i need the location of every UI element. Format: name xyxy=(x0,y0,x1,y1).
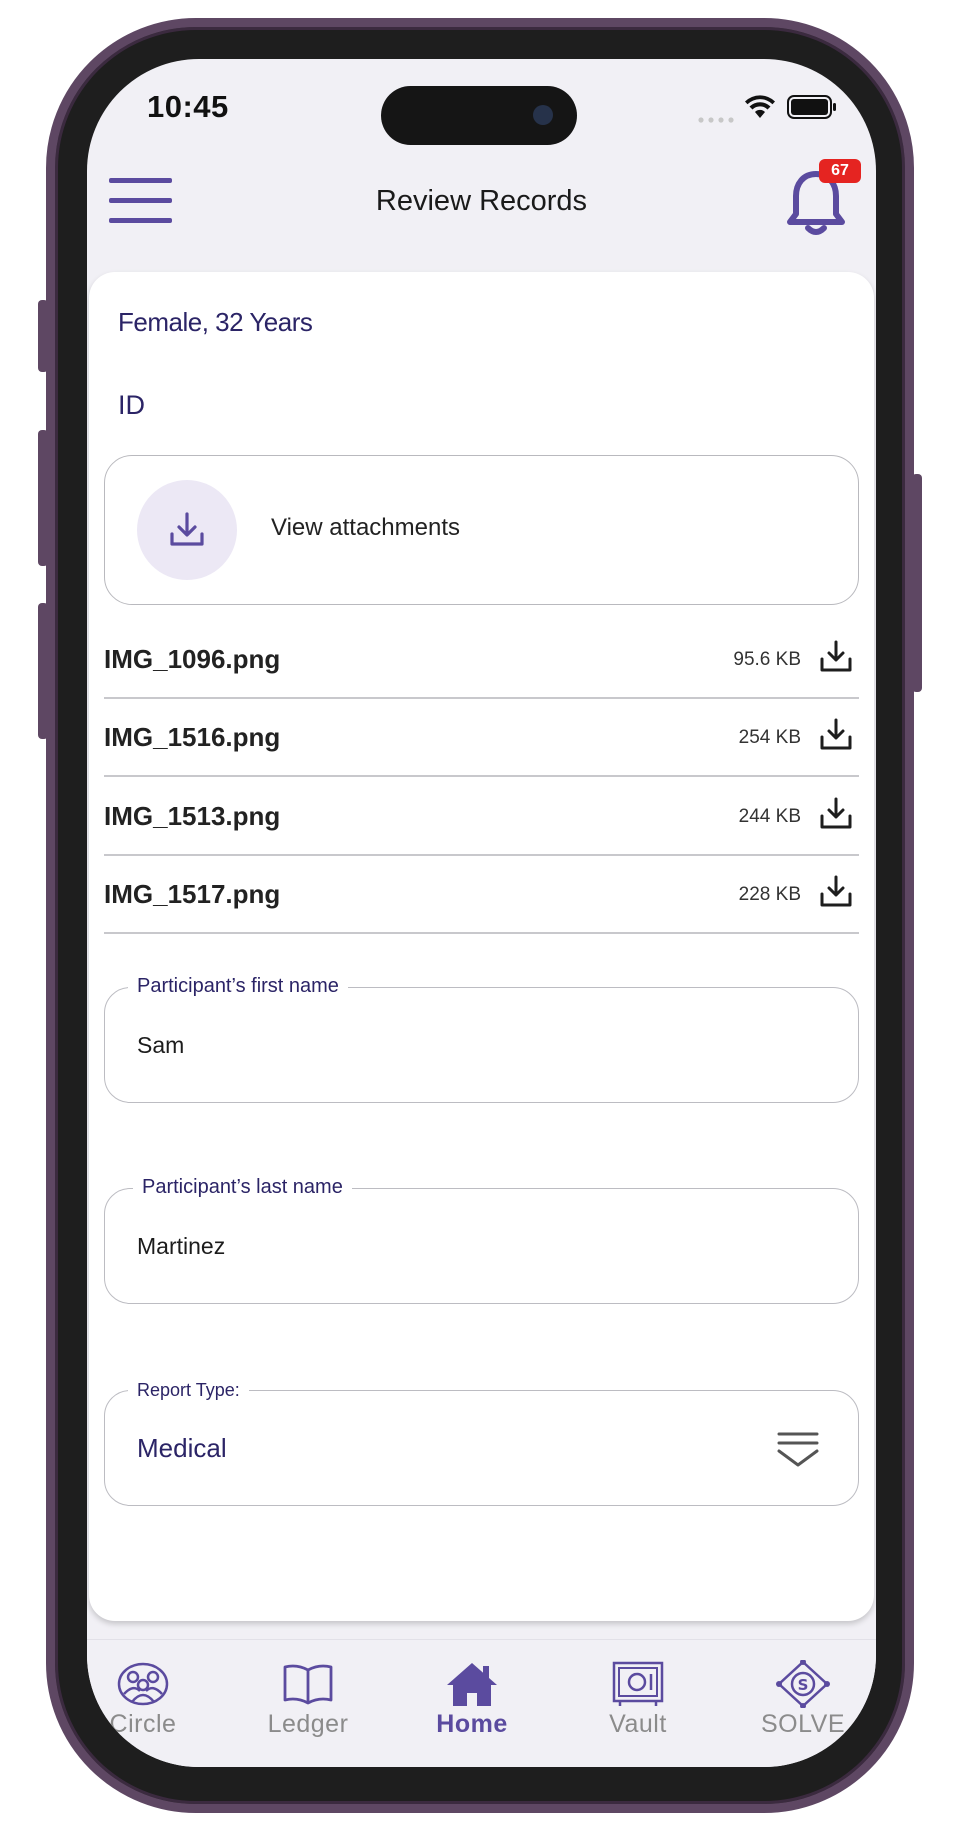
circle-people-icon xyxy=(117,1662,169,1706)
tab-circle-label: Circle xyxy=(109,1710,177,1738)
first-name-label: Participant’s first name xyxy=(128,975,348,998)
download-icon xyxy=(170,512,204,546)
file-row[interactable]: IMG_1517.png 228 KB xyxy=(104,854,859,934)
view-attachments-label: View attachments xyxy=(271,514,460,541)
vault-safe-icon xyxy=(612,1661,664,1706)
file-name: IMG_1516.png xyxy=(104,722,281,752)
last-name-value: Martinez xyxy=(137,1233,226,1259)
solve-diamond-icon: S xyxy=(776,1660,830,1708)
home-icon xyxy=(447,1663,497,1706)
wifi-icon xyxy=(744,94,776,120)
first-name-value: Sam xyxy=(137,1032,185,1058)
file-size: 254 KB xyxy=(738,727,801,748)
book-icon xyxy=(283,1664,333,1705)
front-camera xyxy=(533,105,553,125)
file-size: 95.6 KB xyxy=(733,649,801,670)
tab-ledger[interactable]: Ledger xyxy=(228,1640,388,1739)
last-name-label: Participant’s last name xyxy=(133,1176,352,1199)
attachments-download-badge xyxy=(137,480,237,580)
bottom-tab-bar: Circle Ledger Home Vault S SOLVE xyxy=(87,1639,876,1767)
file-name: IMG_1517.png xyxy=(104,879,281,909)
battery-icon xyxy=(787,95,837,119)
dynamic-island xyxy=(381,86,577,145)
report-type-value: Medical xyxy=(137,1433,227,1463)
file-row[interactable]: IMG_1516.png 254 KB xyxy=(104,697,859,777)
tab-solve-label: SOLVE xyxy=(760,1710,846,1738)
chevron-down-icon[interactable] xyxy=(776,1427,820,1471)
file-name: IMG_1096.png xyxy=(104,644,281,674)
report-type-label: Report Type: xyxy=(128,1380,249,1401)
file-size: 228 KB xyxy=(738,884,801,905)
file-size: 244 KB xyxy=(738,806,801,827)
first-name-field[interactable]: Participant’s first name Sam xyxy=(104,975,859,1103)
tab-vault[interactable]: Vault xyxy=(558,1640,718,1739)
tab-ledger-label: Ledger xyxy=(267,1710,349,1738)
app-screen: 10:45 Review Records 67 Female, 32 Years… xyxy=(87,59,876,1767)
tab-solve[interactable]: S SOLVE xyxy=(723,1640,876,1739)
download-icon[interactable] xyxy=(819,796,853,830)
tab-home[interactable]: Home xyxy=(392,1640,552,1739)
status-time: 10:45 xyxy=(147,89,229,124)
svg-text:S: S xyxy=(798,1676,809,1694)
download-icon[interactable] xyxy=(819,639,853,673)
file-row[interactable]: IMG_1096.png 95.6 KB xyxy=(104,619,859,699)
report-type-select[interactable]: Report Type: Medical xyxy=(104,1380,859,1506)
cellular-signal-icon xyxy=(698,110,734,123)
view-attachments-button[interactable]: View attachments xyxy=(104,455,859,605)
tab-home-label: Home xyxy=(436,1710,508,1738)
download-icon[interactable] xyxy=(819,717,853,751)
page-title: Review Records xyxy=(375,185,588,217)
notification-count-badge: 67 xyxy=(819,159,861,183)
file-row[interactable]: IMG_1513.png 244 KB xyxy=(104,776,859,856)
tab-vault-label: Vault xyxy=(609,1710,667,1738)
tab-circle[interactable]: Circle xyxy=(87,1640,223,1739)
participant-demographics: Female, 32 Years xyxy=(118,307,313,337)
download-icon[interactable] xyxy=(819,874,853,908)
file-name: IMG_1513.png xyxy=(104,801,281,831)
record-id-label: ID xyxy=(118,390,145,420)
last-name-field[interactable]: Participant’s last name Martinez xyxy=(104,1176,859,1304)
